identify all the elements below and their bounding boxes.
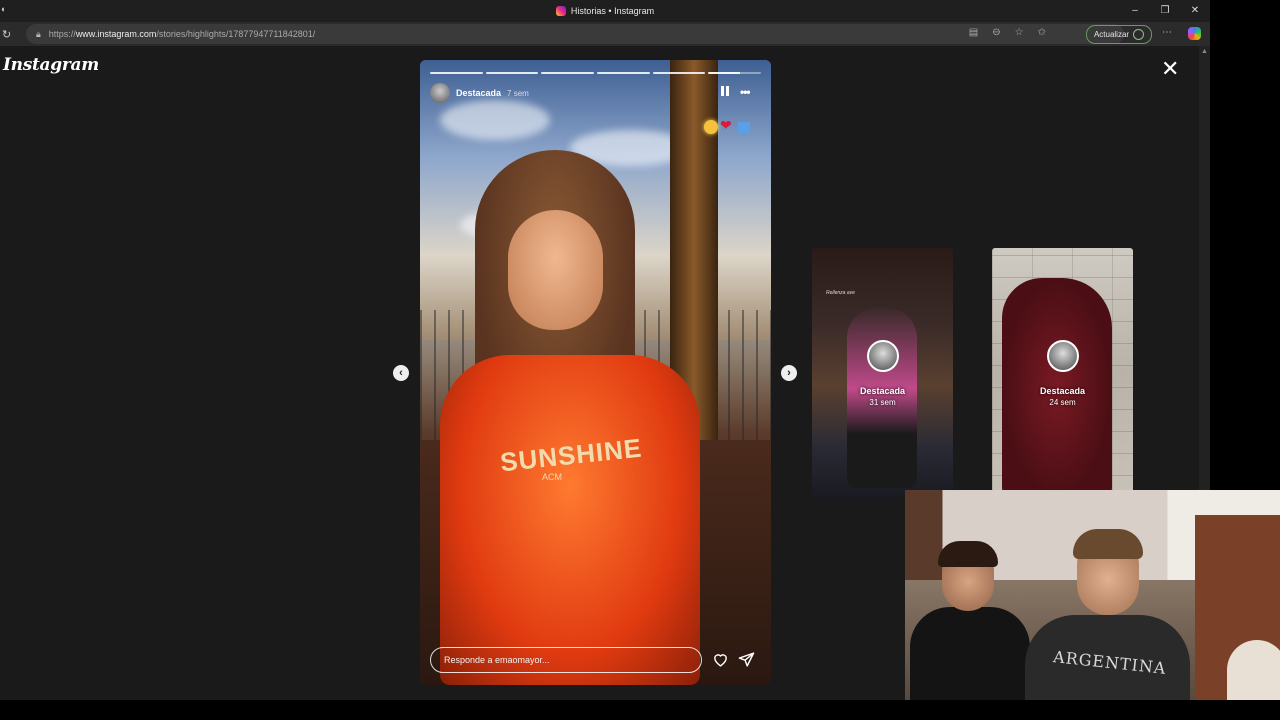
- story-cloud: [440, 100, 550, 140]
- preview-time: 31 sem: [869, 398, 896, 407]
- avatar: [867, 340, 899, 372]
- story-timestamp: 7 sem: [507, 88, 529, 98]
- bottom-bar: [0, 700, 1280, 720]
- heart-sticker-icon: ❤: [720, 117, 732, 133]
- url-host: www.instagram.com: [75, 29, 157, 39]
- window-controls: – ❐ ✕: [1120, 0, 1210, 22]
- progress-segment: [652, 72, 706, 74]
- profile-icon: [1133, 29, 1145, 40]
- send-icon[interactable]: [738, 651, 755, 668]
- close-icon[interactable]: ✕: [1161, 58, 1179, 80]
- next-story-button[interactable]: ›: [781, 365, 797, 381]
- story-header: Destacada 7 sem: [430, 83, 529, 103]
- preview-caption: Rellenza ave: [826, 290, 855, 296]
- close-window-button[interactable]: ✕: [1180, 0, 1210, 22]
- lock-icon[interactable]: 🔒︎: [36, 29, 41, 40]
- favorite-star-icon[interactable]: ☆: [1015, 27, 1024, 38]
- update-label: Actualizar: [1093, 30, 1130, 39]
- reload-icon[interactable]: ↻: [2, 28, 16, 41]
- square-sticker-icon: [738, 122, 750, 134]
- webcam-overlay: ARGENTINA: [905, 490, 1280, 700]
- story-preview-card[interactable]: Rellenza ave Destacada 31 sem: [812, 248, 953, 498]
- progress-segment: [708, 72, 762, 74]
- story-progress-bar: [430, 72, 762, 74]
- progress-segment: [597, 72, 650, 74]
- more-options-icon[interactable]: •••: [740, 85, 751, 99]
- instagram-favicon-icon: [555, 6, 566, 16]
- minimize-button[interactable]: –: [1120, 0, 1150, 22]
- webcam-person-right: [1227, 640, 1280, 700]
- preview-name: Destacada: [859, 386, 906, 396]
- browser-menu-glyph[interactable]: ◖: [0, 4, 5, 14]
- preview-time: 24 sem: [1049, 398, 1076, 407]
- webcam-person-body: [910, 607, 1030, 700]
- address-bar-icons: ▤ ⊖ ☆ ✩: [969, 27, 1046, 38]
- instagram-logo[interactable]: Instagram: [3, 55, 99, 75]
- preview-name: Destacada: [1039, 386, 1086, 396]
- story-girl-shirt: [440, 355, 700, 685]
- browser-more-icon[interactable]: ⋯: [1162, 27, 1172, 38]
- avatar[interactable]: [430, 83, 450, 103]
- webcam-person-hair: [1073, 529, 1143, 559]
- zoom-icon[interactable]: ⊖: [992, 27, 1000, 38]
- shirt-print-sub: ACM: [542, 472, 562, 482]
- url-field[interactable]: 🔒︎ https://www.instagram.com/stories/hig…: [26, 24, 1124, 44]
- previous-story-button[interactable]: ‹: [393, 365, 409, 381]
- address-bar-row: ↻ 🔒︎ https://www.instagram.com/stories/h…: [0, 22, 1210, 46]
- reply-input[interactable]: Responde a emaomayor...: [430, 647, 702, 673]
- progress-segment: [485, 72, 539, 74]
- story-username[interactable]: Destacada: [456, 88, 501, 98]
- story-preview-card[interactable]: Destacada 24 sem: [992, 248, 1133, 498]
- heart-icon[interactable]: [712, 651, 729, 668]
- avatar: [1047, 340, 1079, 372]
- tab-title[interactable]: Historias • Instagram: [571, 6, 654, 16]
- url-prefix: https://: [48, 29, 76, 39]
- story-girl-face: [508, 210, 603, 330]
- progress-segment: [430, 72, 483, 74]
- webcam-person-hair: [938, 541, 998, 567]
- favorites-list-icon[interactable]: ✩: [1038, 27, 1046, 38]
- url-path: /stories/highlights/17877947711842801/: [156, 29, 316, 39]
- progress-segment: [541, 72, 595, 74]
- scroll-up-icon[interactable]: ▲: [1201, 48, 1208, 55]
- pause-icon[interactable]: [720, 86, 730, 96]
- sun-sticker-icon: [704, 120, 718, 134]
- update-browser-button[interactable]: Actualizar: [1086, 25, 1152, 44]
- browser-title-bar: ◖ Historias • Instagram – ❐ ✕: [0, 0, 1210, 22]
- story-viewer[interactable]: SUNSHINE ACM Destacada 7 sem ••• ❤ Respo…: [420, 60, 771, 685]
- restore-button[interactable]: ❐: [1150, 0, 1180, 22]
- webcam-person-left: [910, 541, 1030, 700]
- reader-mode-icon[interactable]: ▤: [969, 27, 978, 38]
- webcam-person-center: ARGENTINA: [1025, 529, 1190, 700]
- copilot-icon[interactable]: [1188, 27, 1201, 40]
